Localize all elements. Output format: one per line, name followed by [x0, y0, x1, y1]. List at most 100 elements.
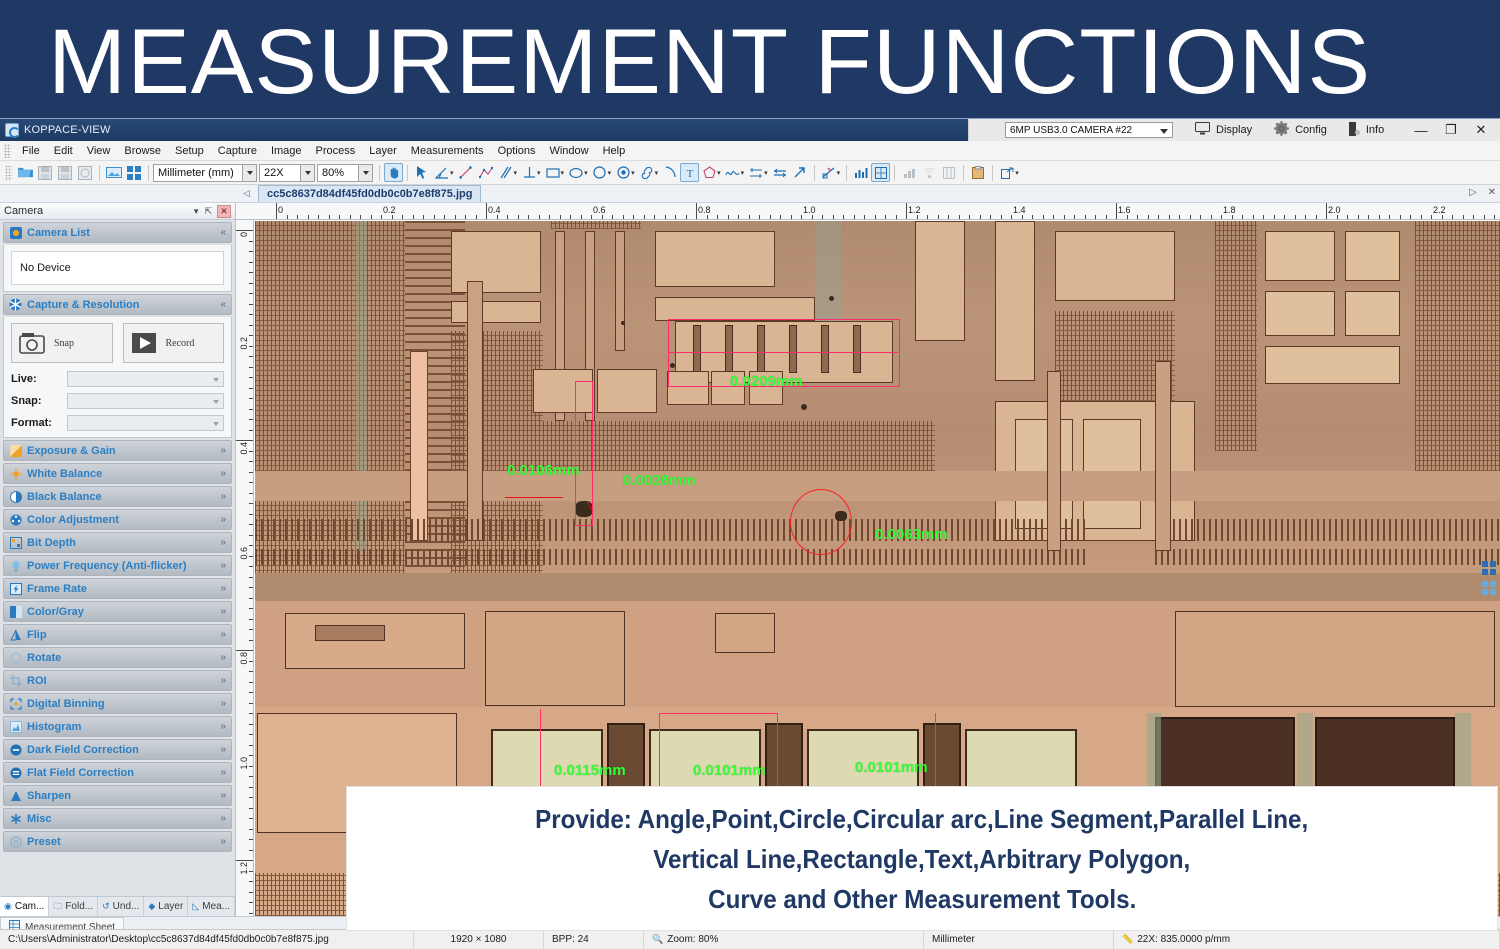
menu-image[interactable]: Image: [264, 143, 309, 159]
group-sharpen[interactable]: Sharpen »: [3, 785, 232, 806]
menu-setup[interactable]: Setup: [168, 143, 211, 159]
magnification-combo[interactable]: 22X: [259, 164, 315, 182]
menubar-grip[interactable]: [4, 144, 11, 158]
group-power-frequency[interactable]: Power Frequency (Anti-flicker) »: [3, 555, 232, 576]
chevron-down-icon[interactable]: »: [220, 767, 226, 778]
menu-edit[interactable]: Edit: [47, 143, 80, 159]
pin-icon[interactable]: ⇱: [204, 206, 212, 217]
group-color-adjustment[interactable]: Color Adjustment »: [3, 509, 232, 530]
polygon-icon[interactable]: [699, 163, 719, 183]
group-capture-resolution[interactable]: Capture & Resolution «: [3, 294, 232, 315]
chevron-down-icon[interactable]: ▾: [741, 169, 745, 177]
unit-combo[interactable]: Millimeter (mm): [153, 164, 257, 182]
measure-label-0[interactable]: 0.0209mm: [730, 373, 803, 390]
menu-file[interactable]: File: [15, 143, 47, 159]
document-tab-active[interactable]: cc5c8637d84df45fd0db0c0b7e8f875.jpg: [258, 185, 481, 202]
polyline-icon[interactable]: [476, 163, 496, 183]
measure-label-5[interactable]: 0.0101mm: [693, 762, 766, 779]
measure-circle[interactable]: [790, 489, 852, 555]
navigator-handle[interactable]: [1482, 561, 1498, 595]
chevron-down-icon[interactable]: ▾: [514, 169, 518, 177]
menu-layer[interactable]: Layer: [362, 143, 404, 159]
chevron-up-icon[interactable]: «: [220, 299, 226, 310]
measure-rect-vertical[interactable]: [575, 381, 593, 526]
parallel-line-icon[interactable]: [496, 163, 516, 183]
chevron-down-icon[interactable]: »: [220, 514, 226, 525]
chevron-down-icon[interactable]: »: [220, 698, 226, 709]
chevron-down-icon[interactable]: »: [220, 583, 226, 594]
parallel-distance-icon[interactable]: [770, 163, 790, 183]
format-field[interactable]: [67, 415, 224, 431]
dock-tab-layer[interactable]: ◆ Layer: [144, 897, 188, 916]
chevron-down-icon[interactable]: »: [220, 836, 226, 847]
tab-close-icon[interactable]: ✕: [1488, 187, 1496, 198]
ellipse-icon[interactable]: [566, 163, 586, 183]
dock-tab-camera[interactable]: ◉ Cam...: [0, 897, 49, 916]
group-roi[interactable]: ROI »: [3, 670, 232, 691]
image-browse-icon[interactable]: [104, 163, 124, 183]
camera-list-value[interactable]: No Device: [11, 251, 224, 285]
config-button[interactable]: Config: [1274, 121, 1327, 139]
group-misc[interactable]: Misc »: [3, 808, 232, 829]
chevron-down-icon[interactable]: ▾: [1015, 169, 1019, 177]
group-flip[interactable]: Flip »: [3, 624, 232, 645]
menu-window[interactable]: Window: [542, 143, 595, 159]
chevron-up-icon[interactable]: «: [220, 227, 226, 238]
dock-tab-undo[interactable]: ↺ Und...: [98, 897, 144, 916]
chevron-down-icon[interactable]: »: [220, 675, 226, 686]
group-black-balance[interactable]: Black Balance »: [3, 486, 232, 507]
menu-view[interactable]: View: [80, 143, 118, 159]
angle-icon[interactable]: [432, 163, 452, 183]
group-preset[interactable]: Preset »: [3, 831, 232, 852]
calibrate-icon[interactable]: [819, 163, 839, 183]
arrow-icon[interactable]: [790, 163, 810, 183]
chevron-down-icon[interactable]: »: [220, 744, 226, 755]
display-button[interactable]: Display: [1195, 122, 1252, 138]
chevron-down-icon[interactable]: ▾: [717, 169, 721, 177]
chevron-down-icon[interactable]: »: [220, 537, 226, 548]
measure-label-3[interactable]: 0.0063mm: [875, 526, 948, 543]
chevron-down-icon[interactable]: »: [220, 652, 226, 663]
chevron-down-icon[interactable]: »: [220, 629, 226, 640]
menu-measurements[interactable]: Measurements: [404, 143, 491, 159]
maximize-button[interactable]: ❐: [1436, 122, 1466, 138]
group-flat-field-correction[interactable]: Flat Field Correction »: [3, 762, 232, 783]
group-exposure-gain[interactable]: Exposure & Gain »: [3, 440, 232, 461]
zoom-combo[interactable]: 80%: [317, 164, 373, 182]
live-field[interactable]: [67, 371, 224, 387]
menu-help[interactable]: Help: [596, 143, 633, 159]
chain-link-icon[interactable]: [637, 163, 657, 183]
chevron-down-icon[interactable]: ▾: [631, 169, 635, 177]
chevron-down-icon[interactable]: »: [220, 468, 226, 479]
measure-label-2[interactable]: 0.0028mm: [623, 472, 696, 489]
chevron-down-icon[interactable]: »: [220, 813, 226, 824]
toolbar-grip[interactable]: [5, 165, 12, 181]
tab-scroll-left-icon[interactable]: ◁: [243, 188, 250, 199]
snap-field[interactable]: [67, 393, 224, 409]
circle-icon[interactable]: [590, 163, 610, 183]
group-dark-field-correction[interactable]: Dark Field Correction »: [3, 739, 232, 760]
rectangle-icon[interactable]: [543, 163, 563, 183]
dock-tab-measure[interactable]: ◺ Mea...: [188, 897, 235, 916]
chevron-down-icon[interactable]: »: [220, 491, 226, 502]
chevron-down-icon[interactable]: ▾: [450, 169, 454, 177]
open-folder-icon[interactable]: [15, 163, 35, 183]
menu-options[interactable]: Options: [491, 143, 543, 159]
group-rotate[interactable]: Rotate »: [3, 647, 232, 668]
chevron-down-icon[interactable]: »: [220, 606, 226, 617]
measure-label-1[interactable]: 0.0106mm: [507, 462, 580, 479]
menu-capture[interactable]: Capture: [211, 143, 264, 159]
grid-overlay-icon[interactable]: [871, 163, 890, 182]
chevron-down-icon[interactable]: ▾: [561, 169, 565, 177]
chevron-down-icon[interactable]: ▾: [764, 169, 768, 177]
snap-button[interactable]: Snap: [11, 323, 113, 363]
chevron-down-icon[interactable]: ▾: [837, 169, 841, 177]
info-button[interactable]: Info: [1349, 122, 1384, 139]
perpendicular-icon[interactable]: [519, 163, 539, 183]
minimize-button[interactable]: —: [1406, 123, 1436, 138]
chevron-down-icon[interactable]: ▾: [194, 206, 199, 217]
menu-process[interactable]: Process: [309, 143, 363, 159]
dock-tab-folder[interactable]: 🗀 Fold...: [49, 897, 98, 916]
group-histogram[interactable]: Histogram »: [3, 716, 232, 737]
chevron-down-icon[interactable]: ▾: [537, 169, 541, 177]
